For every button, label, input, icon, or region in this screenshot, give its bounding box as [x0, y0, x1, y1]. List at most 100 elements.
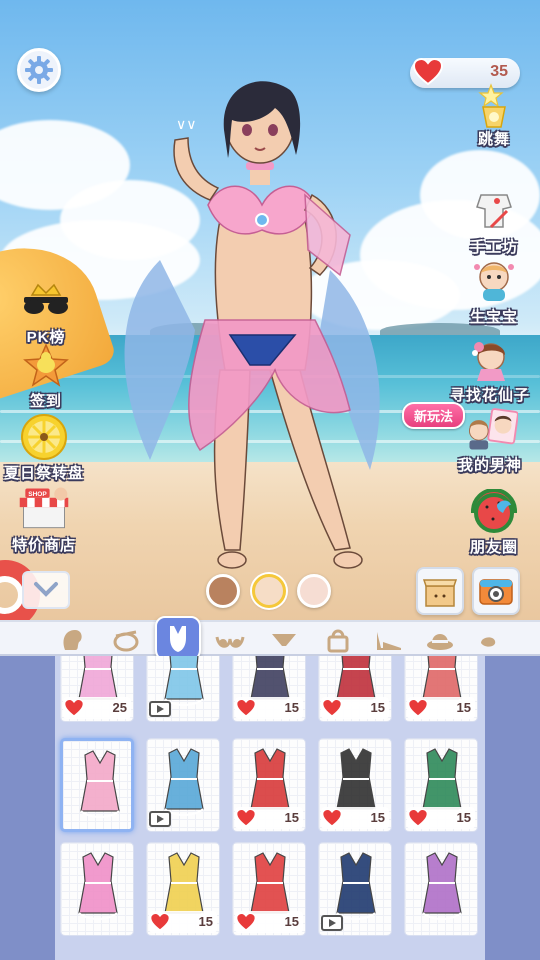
beach-scene: ∨∨	[0, 0, 540, 620]
item-cost-value: 15	[456, 810, 471, 825]
sewing-icon	[466, 186, 522, 236]
item-cost-value: 15	[370, 810, 385, 825]
chevron-down-icon	[34, 582, 58, 597]
camera-button[interactable]	[472, 567, 520, 615]
crown-sunglasses-icon	[18, 276, 74, 326]
starfish-duck-icon	[18, 340, 74, 390]
item-card[interactable]	[404, 842, 478, 936]
item-cost: 15	[321, 807, 389, 829]
collapse-menu-button[interactable]	[22, 571, 70, 609]
heart-icon	[407, 698, 429, 717]
item-cost: 15	[407, 697, 475, 719]
character-avatar[interactable]	[100, 70, 400, 590]
item-cost: 15	[407, 807, 475, 829]
item-cost: 15	[235, 697, 303, 719]
gear-icon	[25, 56, 53, 84]
item-cost: 15	[235, 807, 303, 829]
shop-stall-icon: SHOP	[16, 484, 72, 534]
skin-tone-swatch-light[interactable]	[297, 574, 331, 608]
box-icon	[422, 579, 458, 607]
video-ad-icon	[149, 811, 171, 827]
menu-label: 夏日祭转盘	[4, 465, 85, 482]
menu-label: 我的男神	[458, 457, 523, 474]
tab-panties[interactable]	[262, 626, 306, 654]
skin-tone-swatch-dark[interactable]	[206, 574, 240, 608]
misc-item-icon	[481, 637, 496, 647]
heart-icon	[235, 912, 257, 931]
menu-label: 特价商店	[12, 537, 77, 554]
item-card[interactable]	[146, 738, 220, 832]
outfit-thumbnail	[80, 750, 120, 818]
menu-label: 手工坊	[469, 239, 518, 256]
item-card[interactable]: 15	[232, 656, 306, 722]
item-card[interactable]: 25	[60, 656, 134, 722]
panties-icon	[272, 634, 296, 646]
item-card[interactable]	[60, 842, 134, 936]
menu-label: 朋友圈	[469, 539, 518, 556]
tab-bra[interactable]	[208, 626, 252, 654]
hair-icon	[63, 630, 82, 650]
item-card[interactable]: 15	[146, 842, 220, 936]
item-card[interactable]: 15	[318, 656, 392, 722]
menu-label: 签到	[29, 393, 62, 410]
menu-find-fairy[interactable]: 寻找花仙子	[450, 334, 530, 405]
heart-icon	[235, 808, 257, 827]
item-card[interactable]: 15	[232, 842, 306, 936]
item-card[interactable]: 15	[318, 738, 392, 832]
heart-icon	[407, 808, 429, 827]
video-ad-icon	[321, 915, 343, 931]
item-card[interactable]	[318, 842, 392, 936]
skin-tone-swatch-medium[interactable]	[252, 574, 286, 608]
item-cost-value: 15	[370, 700, 385, 715]
item-cost-value: 15	[284, 914, 299, 929]
boyfriend-portraits-icon	[462, 404, 518, 454]
shop-sign-text: SHOP	[28, 491, 47, 498]
menu-label: 跳舞	[477, 131, 510, 148]
menu-summer-wheel[interactable]: 夏日祭转盘	[4, 412, 84, 483]
item-cost-value: 15	[198, 914, 213, 929]
menu-pk-ranking[interactable]: PK榜	[18, 276, 74, 347]
watermelon-bird-icon	[466, 486, 522, 536]
item-card[interactable]	[146, 656, 220, 722]
bag-icon	[327, 629, 349, 653]
category-tab-bar	[0, 616, 540, 662]
tab-shoes[interactable]	[366, 626, 410, 654]
tab-misc[interactable]	[466, 626, 510, 654]
wardrobe-box-button[interactable]	[416, 567, 464, 615]
heart-icon	[149, 912, 171, 931]
heart-icon	[63, 698, 85, 717]
swimsuit-icon	[170, 626, 186, 652]
item-cost-value: 15	[284, 700, 299, 715]
outfit-thumbnail	[78, 852, 118, 920]
menu-craft[interactable]: 手工坊	[466, 186, 522, 257]
menu-moments[interactable]: 朋友圈	[466, 486, 522, 557]
menu-checkin[interactable]: 签到	[18, 340, 74, 411]
fairy-icon	[462, 334, 518, 384]
menu-label: 寻找花仙子	[450, 387, 531, 404]
item-card[interactable]	[60, 738, 134, 832]
menu-special-shop[interactable]: SHOP 特价商店	[12, 484, 76, 555]
settings-button[interactable]	[17, 48, 61, 92]
menu-baby[interactable]: 生宝宝	[466, 256, 522, 327]
menu-dance[interactable]: 跳舞	[466, 83, 522, 149]
lemon-wheel-icon	[16, 412, 72, 462]
new-feature-badge: 新玩法	[402, 402, 466, 429]
tab-accessory[interactable]	[104, 626, 148, 654]
item-cost: 25	[63, 697, 131, 719]
item-card[interactable]: 15	[404, 738, 478, 832]
camera-icon	[479, 579, 513, 605]
tab-hair[interactable]	[50, 626, 94, 654]
tab-bag[interactable]	[316, 626, 360, 654]
baby-icon	[466, 256, 522, 306]
menu-my-god[interactable]: 我的男神	[458, 404, 522, 475]
menu-label: 生宝宝	[469, 309, 518, 326]
hat-icon	[427, 634, 453, 650]
outfit-thumbnail	[422, 852, 462, 920]
item-cost: 15	[149, 911, 217, 933]
item-cost-value: 25	[112, 700, 127, 715]
heart-icon	[321, 698, 343, 717]
tab-hat[interactable]	[418, 626, 462, 654]
accessory-icon	[113, 630, 139, 652]
item-card[interactable]: 15	[404, 656, 478, 722]
item-card[interactable]: 15	[232, 738, 306, 832]
